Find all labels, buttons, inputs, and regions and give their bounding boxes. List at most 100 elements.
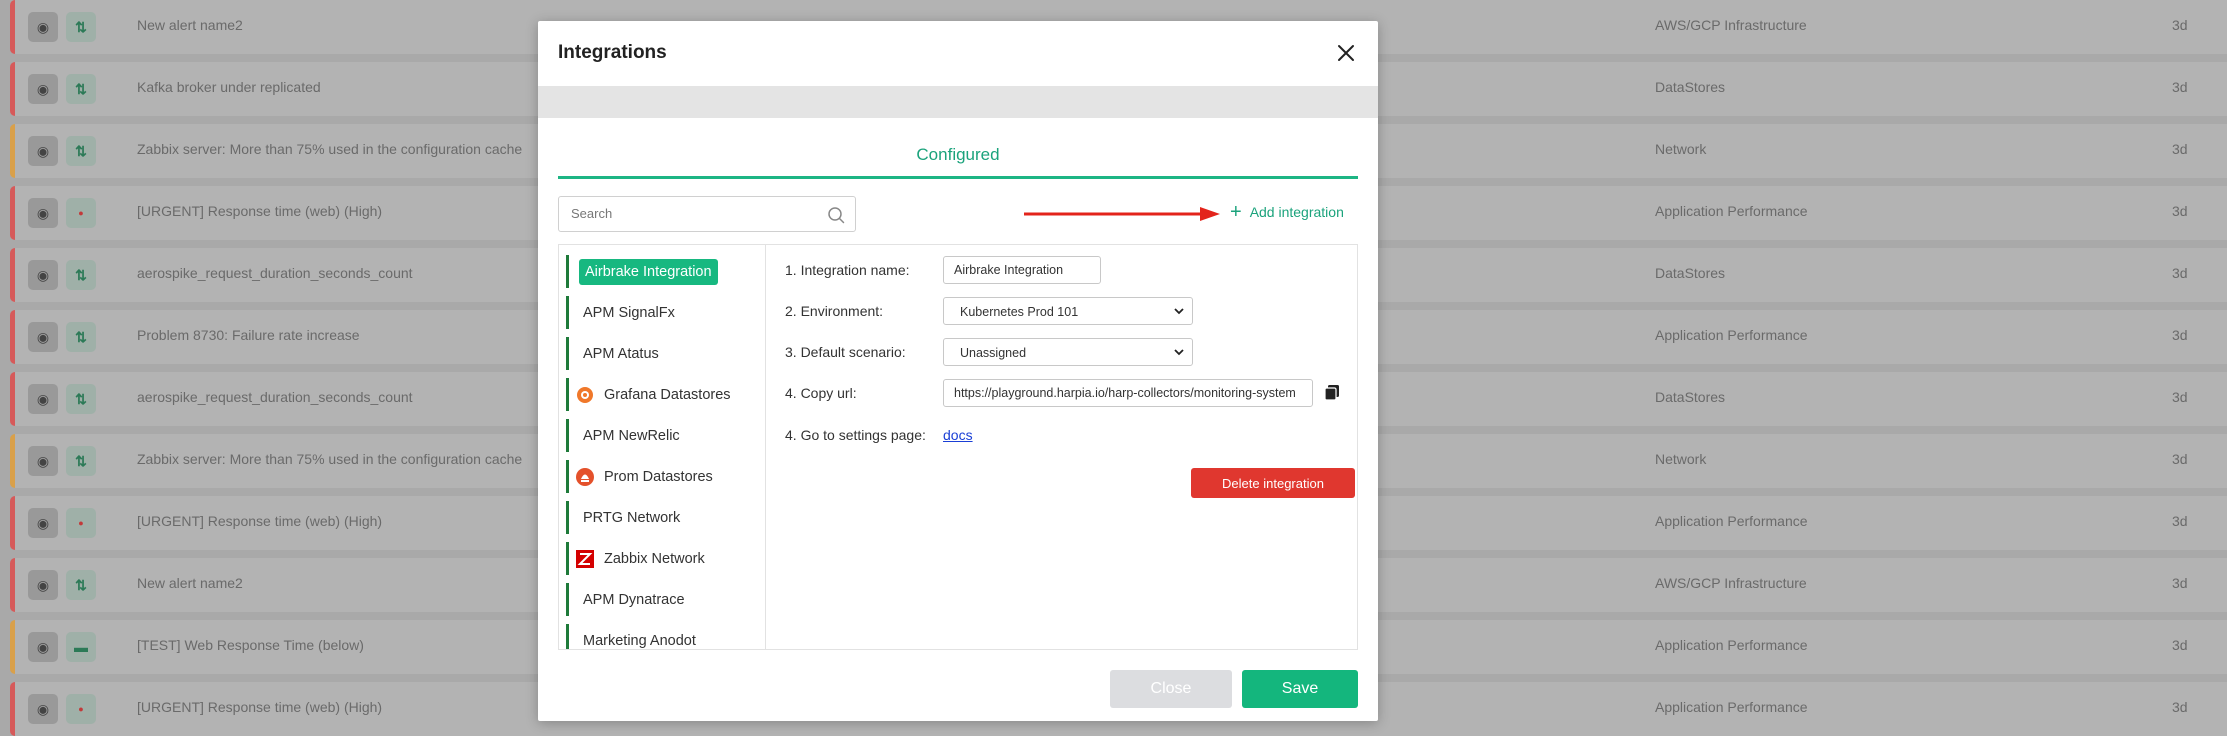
default-scenario-select[interactable]: Unassigned [943, 338, 1193, 366]
prometheus-icon [575, 467, 595, 487]
alert-title: [TEST] Web Response Time (below) [137, 637, 364, 653]
integration-item-label: Airbrake Integration [579, 258, 718, 285]
alert-age: 3d [2172, 203, 2188, 219]
severity-stripe [10, 186, 15, 240]
plus-icon: + [1230, 201, 1242, 223]
copy-url-label: 4. Copy url: [785, 385, 857, 401]
integration-item[interactable]: Airbrake Integration [566, 255, 756, 288]
integration-item-label: APM NewRelic [583, 427, 680, 444]
eye-icon: ◉ [28, 570, 58, 600]
alert-title: Zabbix server: More than 75% used in the… [137, 451, 523, 467]
integration-item-label: APM Dynatrace [583, 591, 685, 608]
dot-icon: ● [66, 694, 96, 724]
dot-icon: ● [66, 508, 96, 538]
tab-configured[interactable]: Configured [558, 145, 1358, 179]
severity-stripe [10, 434, 15, 488]
arrows-icon: ⇅ [66, 384, 96, 414]
integration-item[interactable]: Marketing Anodot [566, 624, 756, 649]
copy-icon[interactable] [1323, 384, 1341, 402]
close-button[interactable]: Close [1110, 670, 1232, 708]
alert-category: Application Performance [1655, 637, 1808, 653]
alert-category: Application Performance [1655, 513, 1808, 529]
modal-title: Integrations [558, 42, 667, 63]
integration-item[interactable]: APM Atatus [566, 337, 756, 370]
environment-select[interactable]: Kubernetes Prod 101 [943, 297, 1193, 325]
eye-icon: ◉ [28, 322, 58, 352]
modal-header: Integrations [538, 21, 1378, 86]
alert-title: New alert name2 [137, 17, 243, 33]
severity-stripe [10, 558, 15, 612]
integration-item-label: APM SignalFx [583, 304, 675, 321]
eye-icon: ◉ [28, 694, 58, 724]
integration-item-label: Grafana Datastores [604, 386, 731, 403]
search-box [558, 196, 856, 232]
search-input[interactable] [569, 205, 813, 222]
integration-name-field[interactable]: Airbrake Integration [943, 256, 1101, 284]
settings-page-label: 4. Go to settings page: [785, 427, 926, 443]
arrows-icon: ⇅ [66, 74, 96, 104]
alert-title: aerospike_request_duration_seconds_count [137, 389, 413, 405]
alert-age: 3d [2172, 637, 2188, 653]
dot-icon: ● [66, 198, 96, 228]
alert-age: 3d [2172, 699, 2188, 715]
docs-link[interactable]: docs [943, 427, 973, 443]
arrows-icon: ⇅ [66, 260, 96, 290]
alert-title: aerospike_request_duration_seconds_count [137, 265, 413, 281]
integration-item-label: Marketing Anodot [583, 632, 696, 649]
alert-age: 3d [2172, 513, 2188, 529]
integration-item[interactable]: Zabbix Network [566, 542, 756, 575]
integration-item-label: Prom Datastores [604, 468, 713, 485]
arrows-icon: ⇅ [66, 570, 96, 600]
alert-age: 3d [2172, 265, 2188, 281]
add-integration-button[interactable]: + Add integration [1230, 201, 1344, 223]
red-arrow-annotation [1024, 207, 1220, 221]
severity-stripe [10, 124, 15, 178]
severity-stripe [10, 310, 15, 364]
alert-age: 3d [2172, 389, 2188, 405]
environment-value: Kubernetes Prod 101 [960, 305, 1079, 319]
close-icon[interactable] [1332, 39, 1360, 67]
eye-icon: ◉ [28, 12, 58, 42]
search-icon[interactable] [827, 206, 845, 224]
alert-title: Problem 8730: Failure rate increase [137, 327, 360, 343]
integration-item[interactable]: APM SignalFx [566, 296, 756, 329]
alert-age: 3d [2172, 17, 2188, 33]
severity-stripe [10, 0, 15, 54]
eye-icon: ◉ [28, 136, 58, 166]
eye-icon: ◉ [28, 384, 58, 414]
alert-age: 3d [2172, 327, 2188, 343]
alert-category: AWS/GCP Infrastructure [1655, 17, 1807, 33]
default-scenario-label: 3. Default scenario: [785, 344, 906, 360]
alert-title: [URGENT] Response time (web) (High) [137, 203, 383, 219]
modal-banner-strip [538, 86, 1378, 118]
alert-category: Network [1655, 451, 1707, 467]
integration-panel: Airbrake Integration APM SignalFx APM Atat… [558, 244, 1358, 650]
alert-category: DataStores [1655, 79, 1726, 95]
integration-item[interactable]: APM NewRelic [566, 419, 756, 452]
save-button[interactable]: Save [1242, 670, 1358, 708]
severity-stripe [10, 620, 15, 674]
integration-name-label: 1. Integration name: [785, 262, 910, 278]
integration-item[interactable]: Grafana Datastores [566, 378, 756, 411]
arrows-icon: ⇅ [66, 446, 96, 476]
environment-label: 2. Environment: [785, 303, 884, 319]
integration-item[interactable]: PRTG Network [566, 501, 756, 534]
default-scenario-value: Unassigned [960, 346, 1027, 360]
eye-icon: ◉ [28, 260, 58, 290]
integration-list: Airbrake Integration APM SignalFx APM Atat… [559, 245, 766, 649]
integrations-modal: Integrations Configured + Add integratio… [538, 21, 1378, 721]
severity-stripe [10, 372, 15, 426]
alert-age: 3d [2172, 141, 2188, 157]
copy-url-field[interactable]: https://playground.harpia.io/harp-collec… [943, 379, 1313, 407]
delete-integration-button[interactable]: Delete integration [1191, 468, 1355, 498]
eye-icon: ◉ [28, 508, 58, 538]
eye-icon: ◉ [28, 198, 58, 228]
eye-icon: ◉ [28, 446, 58, 476]
alert-category: Application Performance [1655, 203, 1808, 219]
severity-stripe [10, 682, 15, 736]
integration-item-label: PRTG Network [583, 509, 681, 526]
integration-item[interactable]: APM Dynatrace [566, 583, 756, 616]
integration-item[interactable]: Prom Datastores [566, 460, 756, 493]
chevron-down-icon [1174, 308, 1184, 315]
alert-category: DataStores [1655, 265, 1726, 281]
